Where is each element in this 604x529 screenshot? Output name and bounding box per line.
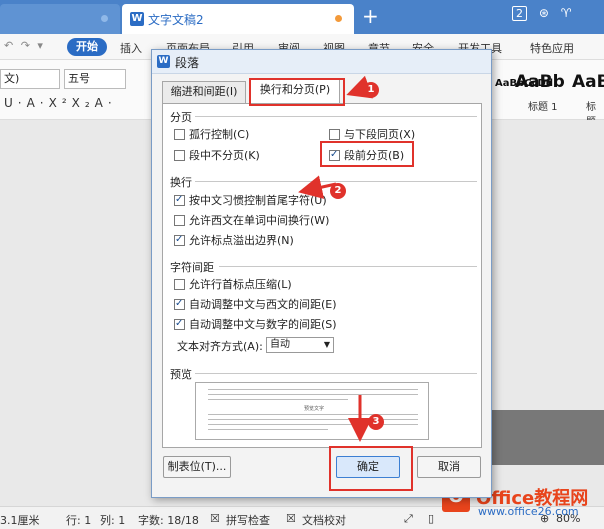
step-badge-2: 2 [330,183,346,199]
step-badge-1: 1 [363,82,379,98]
annotation-arrows [298,75,373,442]
step-badge-3: 3 [368,414,384,430]
